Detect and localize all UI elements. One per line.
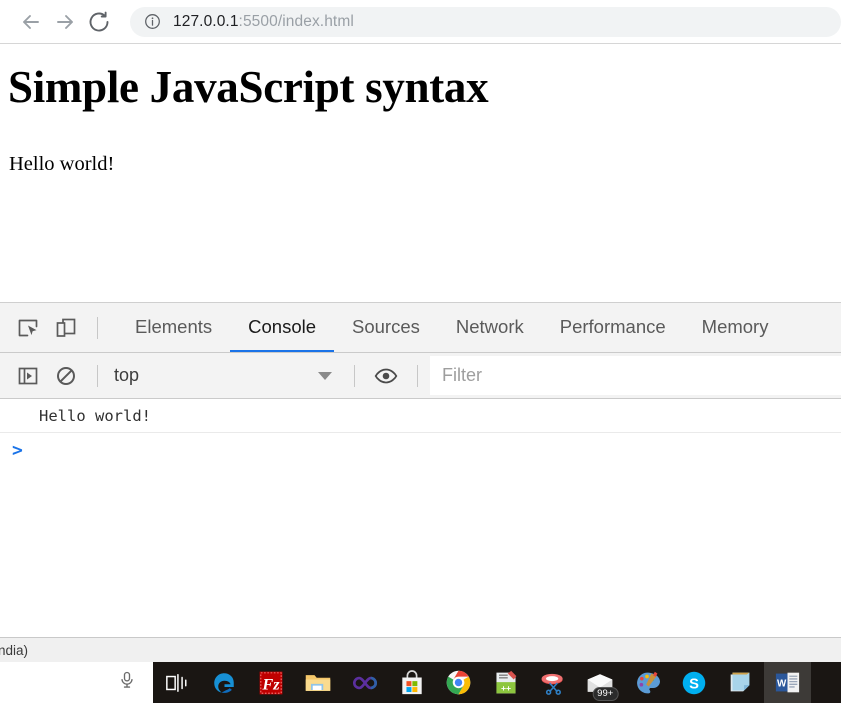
- toolbar-divider: [97, 317, 98, 339]
- microphone-icon[interactable]: [117, 670, 137, 695]
- status-bar-text: ndia): [0, 643, 28, 658]
- taskbar-item-snipping-tool[interactable]: [529, 662, 576, 703]
- taskbar-item-sticky-notes[interactable]: [717, 662, 764, 703]
- console-message: Hello world!: [0, 399, 841, 433]
- console-toolbar-divider-2: [354, 365, 355, 387]
- skype-icon: S: [681, 670, 707, 696]
- eye-icon: [374, 364, 398, 388]
- execution-context-selector[interactable]: top: [110, 361, 342, 391]
- reload-icon: [87, 10, 111, 34]
- svg-text:S: S: [689, 676, 699, 692]
- url-host: 127.0.0.1: [173, 13, 239, 30]
- taskbar-item-notepad-plus-plus[interactable]: ++: [482, 662, 529, 703]
- chrome-icon: [445, 669, 472, 696]
- sidebar-toggle-icon: [17, 365, 39, 387]
- devtools-panel: Elements Console Sources Network Perform…: [0, 303, 841, 637]
- svg-text:Fz: Fz: [261, 675, 280, 693]
- svg-text:W: W: [777, 679, 787, 690]
- page-viewport: Simple JavaScript syntax Hello world!: [0, 44, 841, 303]
- chevron-down-icon: [318, 372, 332, 380]
- paint-icon: [634, 670, 660, 696]
- inspect-cursor-icon: [16, 316, 40, 340]
- taskbar-left-area: [0, 662, 153, 703]
- windows-taskbar: Fz: [0, 662, 841, 703]
- taskbar-item-paint[interactable]: [623, 662, 670, 703]
- mail-badge: 99+: [592, 687, 618, 701]
- taskbar-item-filezilla[interactable]: Fz: [247, 662, 294, 703]
- console-sidebar-toggle-button[interactable]: [9, 359, 47, 393]
- taskbar-item-microsoft-store[interactable]: [388, 662, 435, 703]
- console-toolbar: top Filter: [0, 353, 841, 399]
- console-filter-input[interactable]: Filter: [430, 356, 841, 395]
- window-status-bar: ndia): [0, 637, 841, 662]
- live-expression-button[interactable]: [367, 359, 405, 393]
- console-input-prompt[interactable]: >: [0, 433, 841, 467]
- snipping-tool-icon: [539, 671, 567, 695]
- task-view-icon: [165, 672, 189, 694]
- tab-network[interactable]: Network: [438, 303, 542, 352]
- devtools-tabbar: Elements Console Sources Network Perform…: [0, 303, 841, 353]
- taskbar-item-word[interactable]: W: [764, 662, 811, 703]
- address-bar-url: 127.0.0.1:5500/index.html: [173, 13, 354, 31]
- clear-console-icon: [55, 365, 77, 387]
- notepad-plus-plus-icon: ++: [493, 670, 519, 696]
- microsoft-store-icon: [400, 670, 424, 696]
- back-button[interactable]: [14, 5, 48, 39]
- sticky-notes-icon: [727, 670, 754, 695]
- devtools-tab-list: Elements Console Sources Network Perform…: [117, 303, 786, 352]
- inspect-element-button[interactable]: [9, 311, 47, 345]
- address-bar[interactable]: 127.0.0.1:5500/index.html: [130, 7, 841, 37]
- tab-sources[interactable]: Sources: [334, 303, 438, 352]
- reload-button[interactable]: [82, 5, 116, 39]
- tab-console[interactable]: Console: [230, 303, 334, 352]
- page-paragraph: Hello world!: [9, 153, 833, 176]
- forward-button[interactable]: [48, 5, 82, 39]
- tab-performance[interactable]: Performance: [542, 303, 684, 352]
- console-toolbar-divider-1: [97, 365, 98, 387]
- device-toolbar-button[interactable]: [47, 311, 85, 345]
- clear-console-button[interactable]: [47, 359, 85, 393]
- svg-text:++: ++: [500, 682, 510, 692]
- taskbar-item-mail[interactable]: 99+: [576, 662, 623, 703]
- device-toolbar-icon: [54, 316, 78, 340]
- back-arrow-icon: [19, 10, 43, 34]
- taskbar-item-infinity-app[interactable]: [341, 662, 388, 703]
- tab-elements[interactable]: Elements: [117, 303, 230, 352]
- console-toolbar-divider-3: [417, 365, 418, 387]
- page-title: Simple JavaScript syntax: [8, 63, 833, 113]
- taskbar-item-task-view[interactable]: [153, 662, 200, 703]
- edge-icon: [211, 670, 237, 696]
- forward-arrow-icon: [53, 10, 77, 34]
- site-info-icon[interactable]: [143, 13, 161, 31]
- infinity-icon: [351, 673, 379, 693]
- word-icon: W: [774, 670, 801, 695]
- prompt-caret-icon: >: [12, 440, 23, 461]
- taskbar-item-skype[interactable]: S: [670, 662, 717, 703]
- filezilla-icon: Fz: [258, 670, 284, 696]
- tab-memory[interactable]: Memory: [684, 303, 787, 352]
- execution-context-label: top: [114, 365, 318, 386]
- file-explorer-icon: [304, 671, 332, 695]
- console-output: Hello world! >: [0, 399, 841, 637]
- taskbar-item-file-explorer[interactable]: [294, 662, 341, 703]
- taskbar-item-chrome[interactable]: [435, 662, 482, 703]
- browser-toolbar: 127.0.0.1:5500/index.html: [0, 0, 841, 44]
- taskbar-item-edge[interactable]: [200, 662, 247, 703]
- url-path: :5500/index.html: [239, 13, 354, 30]
